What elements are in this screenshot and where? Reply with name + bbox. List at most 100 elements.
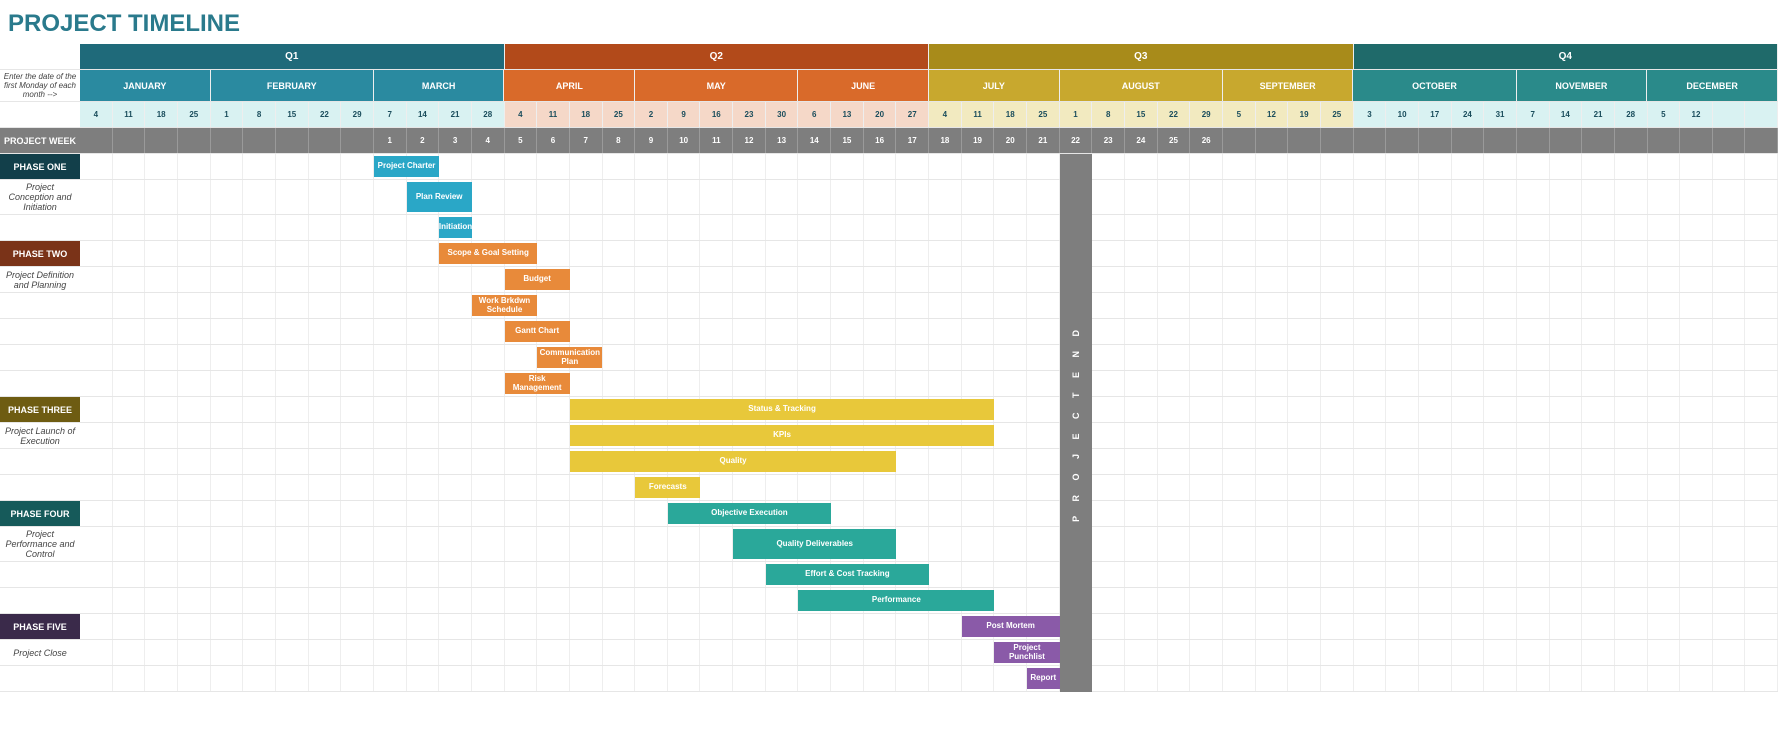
grid-cell [1452, 371, 1485, 396]
grid-cell [178, 666, 211, 691]
grid-cell [1190, 371, 1223, 396]
grid-cell [1125, 614, 1158, 639]
grid-cell [994, 241, 1027, 266]
task-bar[interactable]: Communication Plan [537, 347, 602, 368]
task-bar[interactable]: Performance [798, 590, 994, 611]
grid-cell [700, 154, 733, 179]
grid-cell [1484, 241, 1517, 266]
task-bar[interactable]: Project Punchlist [994, 642, 1059, 663]
grid-cell [1386, 397, 1419, 422]
grid-cell [1125, 319, 1158, 344]
grid-cell [962, 371, 995, 396]
day-header: 11 [537, 102, 570, 127]
grid-cell [276, 345, 309, 370]
day-header: 8 [1092, 102, 1125, 127]
grid-cell [1419, 588, 1452, 613]
grid-cell [1125, 475, 1158, 500]
grid-cell [570, 614, 603, 639]
grid-cell [668, 614, 701, 639]
grid-cell [1550, 562, 1583, 587]
grid-cell [341, 588, 374, 613]
task-bar[interactable]: Plan Review [407, 182, 472, 212]
grid-cell [1484, 267, 1517, 292]
task-bar[interactable]: Initiation [439, 217, 472, 238]
project-week-cell: 6 [537, 128, 570, 153]
project-week-cell: 3 [439, 128, 472, 153]
grid-cell [896, 527, 929, 561]
grid-cell [80, 423, 113, 448]
task-bar[interactable]: Report [1027, 668, 1060, 689]
grid-cell [1386, 666, 1419, 691]
task-bar[interactable]: Work Brkdwn Schedule [472, 295, 537, 316]
grid-cell [178, 423, 211, 448]
grid-cell [1745, 666, 1778, 691]
grid-cell [700, 640, 733, 665]
grid-cell [798, 180, 831, 214]
task-bar[interactable]: KPIs [570, 425, 995, 446]
grid-cell [798, 319, 831, 344]
task-bar[interactable]: Quality Deliverables [733, 529, 896, 559]
grid-cell [472, 449, 505, 474]
grid-cell [994, 345, 1027, 370]
grid-cell [896, 319, 929, 344]
grid-cell [1648, 293, 1681, 318]
grid-cell [570, 241, 603, 266]
grid-cell [994, 449, 1027, 474]
day-header: 29 [1190, 102, 1223, 127]
grid-cell [1027, 293, 1060, 318]
grid-cell [1550, 666, 1583, 691]
month-header: DECEMBER [1647, 70, 1778, 101]
task-bar[interactable]: Scope & Goal Setting [439, 243, 537, 264]
grid-cell [929, 614, 962, 639]
grid-cell [472, 501, 505, 526]
grid-cell [1158, 666, 1191, 691]
task-bar[interactable]: Post Mortem [962, 616, 1060, 637]
grid-cell [309, 501, 342, 526]
grid-cell [896, 501, 929, 526]
grid-cell [145, 588, 178, 613]
grid-cell [1419, 241, 1452, 266]
grid-cell [1027, 180, 1060, 214]
grid-cell [1354, 423, 1387, 448]
grid-cell [1419, 423, 1452, 448]
grid-cell [537, 154, 570, 179]
grid-cell [178, 614, 211, 639]
grid-cell [1223, 180, 1256, 214]
grid-cell [1745, 397, 1778, 422]
grid-cell [1517, 154, 1550, 179]
task-bar[interactable]: Effort & Cost Tracking [766, 564, 929, 585]
task-bar[interactable]: Risk Management [505, 373, 570, 394]
grid-cell [1256, 527, 1289, 561]
grid-cell [733, 475, 766, 500]
phase-sub-p2: Project Definition and Planning [0, 267, 80, 292]
grid-cell [635, 640, 668, 665]
grid-cell [1223, 614, 1256, 639]
grid-cell [1223, 449, 1256, 474]
grid-cell [994, 154, 1027, 179]
grid-cell [1223, 371, 1256, 396]
project-week-cell [341, 128, 374, 153]
grid-cell [1550, 475, 1583, 500]
grid-cell [864, 345, 897, 370]
grid-cell [603, 345, 636, 370]
task-bar[interactable]: Objective Execution [668, 503, 831, 524]
grid-cell [1615, 345, 1648, 370]
grid-cell [1158, 319, 1191, 344]
task-bar[interactable]: Project Charter [374, 156, 439, 177]
task-bar[interactable]: Gantt Chart [505, 321, 570, 342]
task-bar[interactable]: Budget [505, 269, 570, 290]
grid-cell [113, 371, 146, 396]
project-week-cell [1615, 128, 1648, 153]
grid-cell [1713, 345, 1746, 370]
grid-cell [1321, 319, 1354, 344]
day-header: 25 [603, 102, 636, 127]
task-bar[interactable]: Quality [570, 451, 897, 472]
grid-cell [1386, 614, 1419, 639]
task-bar[interactable]: Status & Tracking [570, 399, 995, 420]
grid-cell [407, 666, 440, 691]
grid-cell [1745, 345, 1778, 370]
grid-cell [668, 267, 701, 292]
grid-cell [603, 154, 636, 179]
grid-cell [341, 501, 374, 526]
task-bar[interactable]: Forecasts [635, 477, 700, 498]
